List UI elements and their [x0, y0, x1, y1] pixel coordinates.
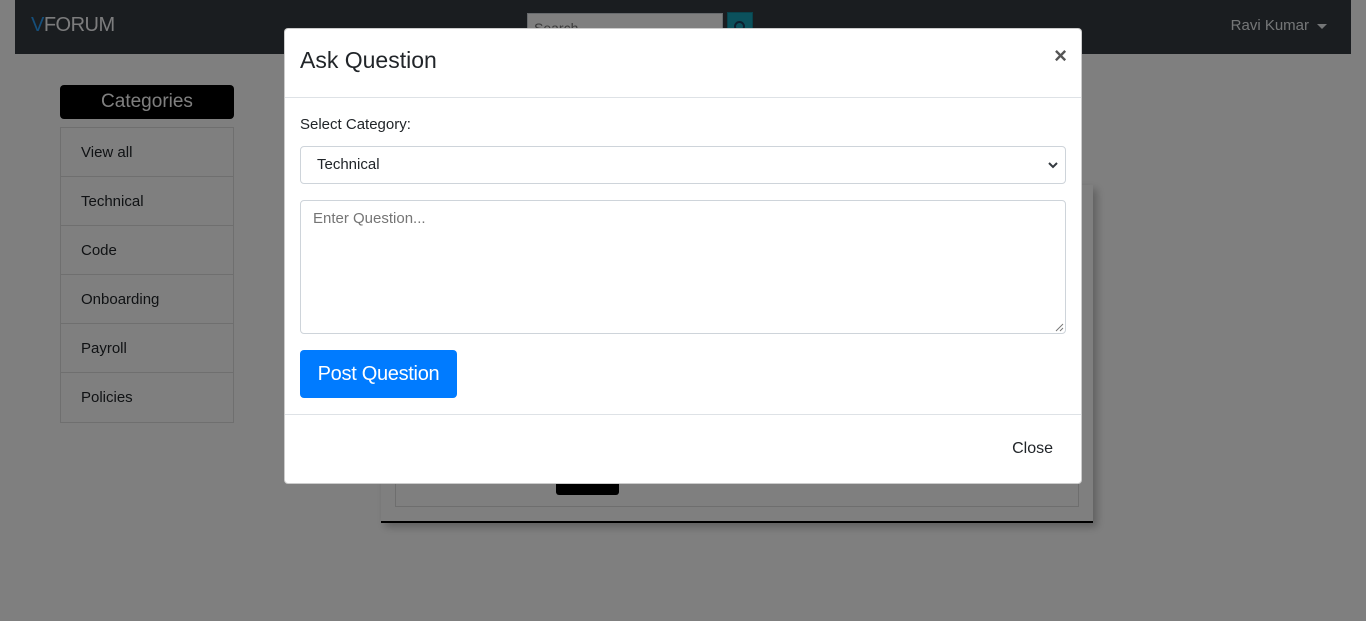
close-button[interactable]: Close — [1012, 440, 1053, 458]
post-question-button[interactable]: Post Question — [300, 350, 457, 398]
category-label: Select Category: — [300, 116, 411, 133]
chevron-down-icon — [1048, 162, 1058, 169]
close-icon[interactable]: × — [1054, 43, 1067, 69]
ask-question-modal: Ask Question × Select Category: Technica… — [284, 28, 1082, 484]
modal-header: Ask Question × — [285, 29, 1081, 98]
category-select-value: Technical — [317, 156, 380, 173]
question-textarea[interactable] — [300, 200, 1066, 334]
modal-title: Ask Question — [300, 47, 437, 73]
modal-footer: Close — [285, 414, 1081, 484]
category-select[interactable]: Technical — [300, 146, 1066, 184]
resize-grip-icon[interactable] — [1055, 323, 1064, 332]
